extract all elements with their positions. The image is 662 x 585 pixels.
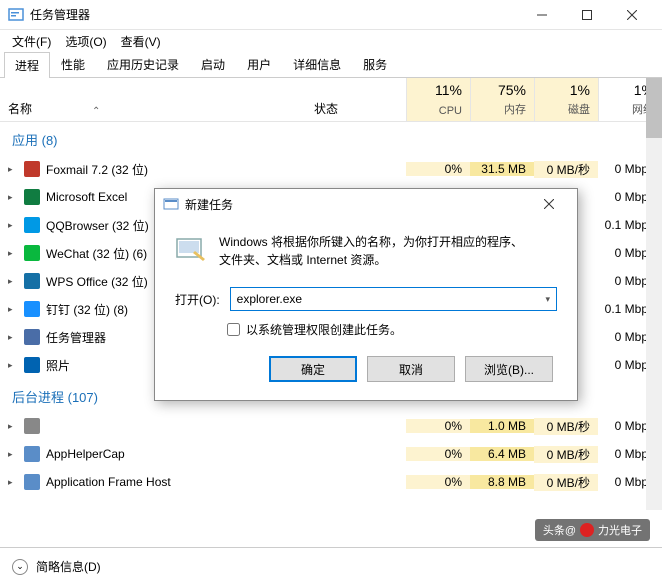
process-icon	[24, 273, 40, 289]
process-icon	[24, 329, 40, 345]
process-name: Microsoft Excel	[46, 190, 127, 204]
cancel-button[interactable]: 取消	[367, 356, 455, 382]
chevron-down-icon[interactable]: ▾	[545, 294, 550, 305]
expand-icon[interactable]: ▸	[8, 477, 18, 488]
process-name: WeChat (32 位) (6)	[46, 245, 147, 262]
window-titlebar: 任务管理器	[0, 0, 662, 30]
expand-icon[interactable]: ▸	[8, 304, 18, 315]
menubar: 文件(F) 选项(O) 查看(V)	[0, 30, 662, 52]
cell-cpu: 0%	[406, 447, 470, 461]
expand-icon[interactable]: ▸	[8, 164, 18, 175]
process-icon	[24, 217, 40, 233]
column-headers: 名称⌃ 状态 11%CPU 75%内存 1%磁盘 1%网络	[0, 78, 662, 122]
footer: ⌄ 简略信息(D)	[0, 547, 662, 585]
cell-memory: 8.8 MB	[470, 475, 534, 489]
cell-memory: 1.0 MB	[470, 419, 534, 433]
cell-memory: 6.4 MB	[470, 447, 534, 461]
vertical-scrollbar[interactable]	[646, 78, 662, 510]
app-icon	[8, 7, 24, 23]
open-input-value[interactable]: explorer.exe	[237, 292, 302, 306]
process-name: QQBrowser (32 位)	[46, 217, 149, 234]
cell-cpu: 0%	[406, 419, 470, 433]
dialog-title: 新建任务	[185, 196, 529, 213]
close-button[interactable]	[609, 0, 654, 30]
run-icon	[175, 233, 207, 265]
col-name[interactable]: 名称⌃	[0, 78, 306, 121]
expand-icon[interactable]: ▸	[8, 332, 18, 343]
expand-icon[interactable]: ▸	[8, 449, 18, 460]
watermark: 头条@力光电子	[535, 519, 650, 541]
cell-disk: 0 MB/秒	[534, 446, 598, 463]
window-title: 任务管理器	[30, 6, 519, 23]
expand-icon[interactable]: ▸	[8, 421, 18, 432]
tab-users[interactable]: 用户	[236, 51, 282, 77]
tab-processes[interactable]: 进程	[4, 52, 50, 78]
cell-disk: 0 MB/秒	[534, 418, 598, 435]
process-icon	[24, 301, 40, 317]
open-label: 打开(O):	[175, 291, 220, 308]
cell-cpu: 0%	[406, 475, 470, 489]
expand-icon[interactable]: ▸	[8, 248, 18, 259]
dialog-titlebar: 新建任务	[155, 189, 577, 219]
menu-view[interactable]: 查看(V)	[115, 31, 167, 52]
menu-file[interactable]: 文件(F)	[6, 31, 57, 52]
tabs: 进程 性能 应用历史记录 启动 用户 详细信息 服务	[0, 52, 662, 78]
table-row[interactable]: ▸Foxmail 7.2 (32 位)0%31.5 MB0 MB/秒0 Mbps	[0, 155, 662, 183]
process-name: AppHelperCap	[46, 447, 125, 461]
expand-icon[interactable]: ▸	[8, 192, 18, 203]
table-row[interactable]: ▸0%1.0 MB0 MB/秒0 Mbps	[0, 412, 662, 440]
process-name: 钉钉 (32 位) (8)	[46, 301, 128, 318]
col-cpu[interactable]: 11%CPU	[406, 78, 470, 121]
process-name: 任务管理器	[46, 329, 106, 346]
expand-icon[interactable]: ▸	[8, 220, 18, 231]
dialog-message: Windows 将根据你所键入的名称，为你打开相应的程序、 文件夹、文档或 In…	[219, 233, 523, 269]
tab-startup[interactable]: 启动	[190, 51, 236, 77]
menu-options[interactable]: 选项(O)	[59, 31, 112, 52]
browse-button[interactable]: 浏览(B)...	[465, 356, 553, 382]
admin-checkbox[interactable]	[227, 323, 240, 336]
process-icon	[24, 357, 40, 373]
process-icon	[24, 245, 40, 261]
maximize-button[interactable]	[564, 0, 609, 30]
dialog-close-button[interactable]	[529, 189, 569, 219]
tab-services[interactable]: 服务	[352, 51, 398, 77]
watermark-logo-icon	[580, 523, 594, 537]
process-name: WPS Office (32 位)	[46, 273, 148, 290]
open-combobox[interactable]: explorer.exe ▾	[230, 287, 557, 311]
expand-icon[interactable]: ▸	[8, 276, 18, 287]
fewer-details-link[interactable]: 简略信息(D)	[36, 558, 101, 575]
table-row[interactable]: ▸AppHelperCap0%6.4 MB0 MB/秒0 Mbps	[0, 440, 662, 468]
ok-button[interactable]: 确定	[269, 356, 357, 382]
dialog-icon	[163, 196, 179, 212]
tab-details[interactable]: 详细信息	[282, 51, 352, 77]
process-name: Foxmail 7.2 (32 位)	[46, 161, 148, 178]
cell-disk: 0 MB/秒	[534, 474, 598, 491]
process-icon	[24, 161, 40, 177]
table-row[interactable]: ▸Application Frame Host0%8.8 MB0 MB/秒0 M…	[0, 468, 662, 496]
chevron-down-icon[interactable]: ⌄	[12, 559, 28, 575]
admin-label: 以系统管理权限创建此任务。	[246, 321, 402, 338]
col-disk[interactable]: 1%磁盘	[534, 78, 598, 121]
col-status[interactable]: 状态	[306, 78, 406, 121]
expand-icon[interactable]: ▸	[8, 360, 18, 371]
process-icon	[24, 418, 40, 434]
tab-performance[interactable]: 性能	[50, 51, 96, 77]
tab-apphistory[interactable]: 应用历史记录	[96, 51, 190, 77]
col-memory[interactable]: 75%内存	[470, 78, 534, 121]
minimize-button[interactable]	[519, 0, 564, 30]
process-icon	[24, 446, 40, 462]
process-name: Application Frame Host	[46, 475, 171, 489]
sort-indicator-icon: ⌃	[92, 106, 100, 117]
run-dialog: 新建任务 Windows 将根据你所键入的名称，为你打开相应的程序、 文件夹、文…	[154, 188, 578, 401]
cell-memory: 31.5 MB	[470, 162, 534, 176]
scrollbar-thumb[interactable]	[646, 78, 662, 138]
group-apps[interactable]: 应用 (8)	[0, 122, 662, 155]
process-icon	[24, 189, 40, 205]
process-icon	[24, 474, 40, 490]
cell-disk: 0 MB/秒	[534, 161, 598, 178]
cell-cpu: 0%	[406, 162, 470, 176]
process-name: 照片	[46, 357, 70, 374]
